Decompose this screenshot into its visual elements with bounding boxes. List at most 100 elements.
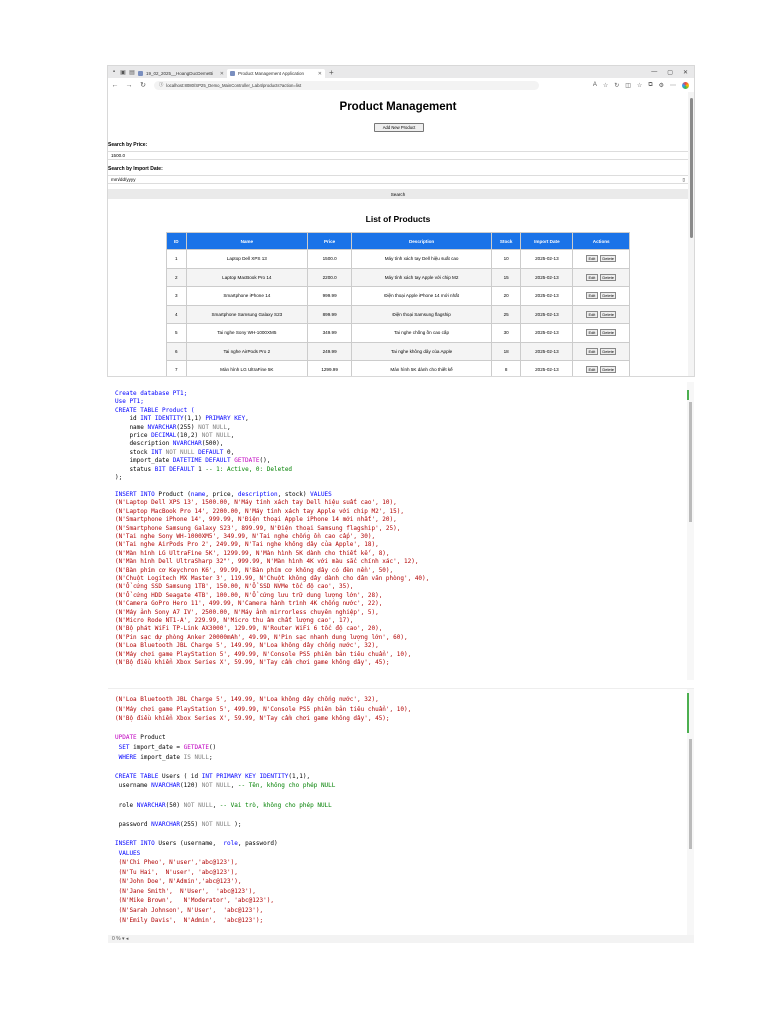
edit-button[interactable]: Edit — [585, 329, 598, 337]
split-screen-icon[interactable]: ◫ — [625, 82, 631, 89]
page-scrollbar[interactable] — [688, 92, 694, 376]
cell-stock: 25 — [490, 304, 522, 324]
tab-close-icon[interactable]: ✕ — [318, 71, 322, 77]
cell-stock: 15 — [490, 267, 522, 287]
page-content: Product Management Add New Product Searc… — [108, 92, 688, 376]
favorite-star-icon[interactable]: ☆ — [603, 82, 608, 89]
code-token: stock — [115, 448, 152, 456]
sql-editor-bottom[interactable]: (N'Loa Bluetooth JBL Charge 5', 149.99, … — [108, 688, 694, 943]
extensions-icon[interactable]: ⚙ — [659, 82, 664, 89]
list-title: List of Products — [365, 214, 431, 224]
delete-button[interactable]: Delete — [599, 366, 617, 374]
code-token: NOT NULL — [201, 782, 231, 790]
cell-description: Máy tính xách tay Apple với chip M2 — [351, 267, 492, 287]
search-date-input[interactable]: mm/dd/yyyy ▯ — [108, 175, 688, 184]
back-icon[interactable]: ← — [108, 82, 122, 89]
code-token: id — [115, 415, 141, 423]
edge-copilot-icon[interactable] — [682, 81, 689, 89]
editor-scrollbar[interactable] — [687, 382, 694, 680]
code-token: SET — [115, 743, 130, 751]
cell-id: 4 — [166, 304, 187, 324]
url-field[interactable]: ⓘ localhost:8080/SP25_Demo_MainControlle… — [154, 80, 539, 90]
code-token: NOT NULL — [183, 801, 213, 809]
code-token: IS NULL — [183, 753, 209, 761]
edit-button[interactable]: Edit — [585, 292, 598, 300]
delete-button[interactable]: Delete — [599, 329, 617, 337]
add-product-button[interactable]: Add New Product — [374, 123, 424, 132]
code-token: (255) — [180, 820, 202, 828]
edit-button[interactable]: Edit — [585, 273, 598, 281]
code-line: (N'Bộ phát WiFi TP-Link AX3000', 129.99,… — [115, 625, 383, 633]
code-line: (N'Jane Smith', N'User', 'abc@123'), — [118, 887, 256, 895]
code-token: -- Tên, không cho phép NULL — [237, 782, 336, 790]
workspaces-icon[interactable]: ▣ — [120, 69, 126, 76]
code-token: INT IDENTITY — [140, 415, 184, 423]
forward-icon[interactable]: → — [122, 82, 136, 89]
code-line: (N'Máy ảnh Sony A7 IV', 2500.00, N'Máy ả… — [115, 608, 379, 616]
reload-icon[interactable]: ↻ — [136, 81, 150, 89]
code-token: , stock) — [277, 490, 311, 498]
calendar-icon[interactable]: ▯ — [682, 177, 685, 183]
edit-button[interactable]: Edit — [585, 255, 598, 263]
minimize-icon[interactable]: — — [651, 69, 657, 76]
window-controls: — ▢ ✕ — [651, 69, 694, 76]
editor-scrollbar-thumb[interactable] — [689, 739, 692, 849]
code-token: (1,1), — [288, 772, 311, 780]
url-text: localhost:8080/SP25_Demo_MainController_… — [166, 82, 302, 88]
cell-id: 2 — [166, 267, 187, 287]
read-aloud-icon[interactable]: A — [593, 82, 597, 89]
cell-name: Tai nghe Sony WH-1000XM5 — [185, 323, 309, 343]
users-values-block: (N'Chi Pheo', N'user','abc@123'), (N'Tu … — [115, 859, 274, 924]
col-price: Price — [307, 232, 353, 250]
code-line: (N'Tu Hai', N'user', 'abc@123'), — [118, 868, 238, 876]
scrollbar-thumb[interactable] — [689, 98, 693, 238]
zoom-dropdown-icon[interactable]: ▾ ◂ — [122, 936, 128, 942]
cell-date: 2025-02-13 — [520, 323, 574, 343]
code-token: VALUES — [310, 490, 332, 498]
code-token: GETDATE — [183, 743, 209, 751]
code-line: (N'Smartphone iPhone 14', 999.99, N'Điện… — [115, 516, 397, 524]
collections-icon[interactable]: ⧉ — [648, 82, 652, 89]
cell-date: 2025-02-13 — [520, 249, 574, 269]
edit-button[interactable]: Edit — [585, 310, 598, 318]
code-line: (N'Bộ điều khiển Xbox Series X', 59.99, … — [115, 715, 390, 723]
delete-button[interactable]: Delete — [599, 347, 617, 355]
tab-bg[interactable]: 19_02_2025__HoangDucDemeBi ✕ — [135, 69, 227, 78]
cell-price: 249.99 — [307, 341, 353, 361]
search-price-input[interactable]: 1500.0 — [108, 151, 688, 160]
code-token: CREATE TABLE — [115, 772, 159, 780]
code-token: NVARCHAR — [151, 782, 181, 790]
zoom-level[interactable]: 0 % — [112, 936, 121, 942]
refresh-page-icon[interactable]: ↻ — [614, 82, 619, 89]
window-menu-icon[interactable]: ▪ — [111, 69, 117, 75]
site-info-icon[interactable]: ⓘ — [159, 82, 163, 88]
new-tab-icon[interactable]: + — [329, 68, 334, 77]
edit-button[interactable]: Edit — [585, 347, 598, 355]
code-token: (1,1) — [183, 415, 206, 423]
code-line: VALUES — [115, 849, 141, 857]
maximize-icon[interactable]: ▢ — [667, 69, 673, 76]
delete-button[interactable]: Delete — [599, 255, 617, 263]
cell-id: 6 — [166, 341, 187, 361]
favorites-icon[interactable]: ☆ — [637, 82, 642, 89]
table-row: 6 Tai nghe AirPods Pro 2 249.99 Tai nghe kh… — [166, 341, 630, 361]
sql-editor-top[interactable]: Create database PT1; Use PT1; CREATE TAB… — [108, 382, 694, 680]
close-window-icon[interactable]: ✕ — [683, 69, 688, 76]
more-icon[interactable]: ⋯ — [670, 82, 676, 89]
delete-button[interactable]: Delete — [599, 310, 617, 318]
cell-stock: 8 — [490, 360, 522, 376]
tab-close-icon[interactable]: ✕ — [220, 71, 224, 77]
cell-stock: 30 — [490, 323, 522, 343]
editor-scrollbar[interactable] — [687, 689, 694, 943]
editor-scrollbar-thumb[interactable] — [689, 402, 692, 522]
editor-status-bar: 0 % ▾ ◂ — [108, 935, 694, 943]
delete-button[interactable]: Delete — [599, 273, 617, 281]
cell-description: Điện thoại Apple iPhone 14 mới nhất — [351, 286, 492, 306]
tab-active[interactable]: Product Management Application ✕ — [227, 69, 325, 78]
code-line: (N'Loa Bluetooth JBL Charge 5', 149.99, … — [115, 642, 379, 650]
col-description: Description — [351, 232, 492, 250]
delete-button[interactable]: Delete — [599, 292, 617, 300]
edit-button[interactable]: Edit — [585, 366, 598, 374]
code-line: (N'Ổ cứng SSD Samsung 1TB', 150.00, N'Ổ … — [115, 583, 354, 591]
search-button[interactable]: Search — [108, 189, 688, 199]
